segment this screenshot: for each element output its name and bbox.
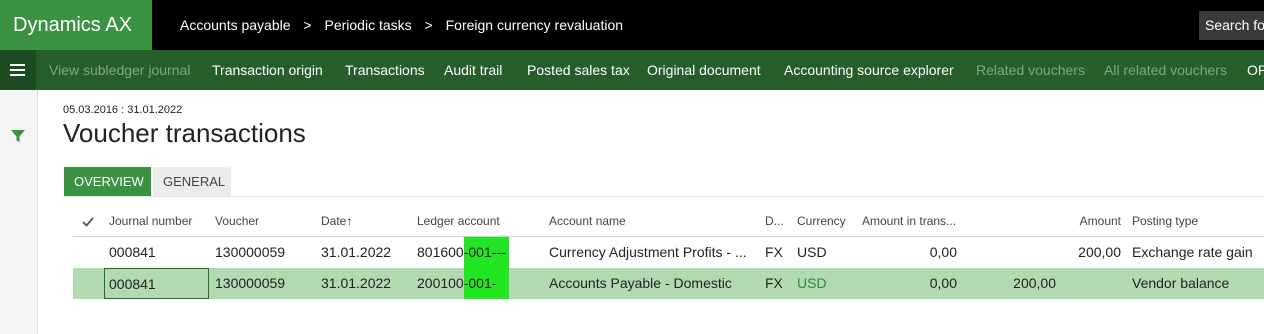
page-title: Voucher transactions	[63, 118, 306, 148]
ledger-dimensions-highlight: -001-	[463, 268, 509, 299]
column-header-amount[interactable]: Amount	[1033, 206, 1121, 237]
action-audit-trail[interactable]: Audit trail	[444, 50, 502, 90]
breadcrumb-item-periodic-tasks[interactable]: Periodic tasks	[325, 0, 412, 50]
action-view-subledger-journal[interactable]: View subledger journal	[49, 50, 190, 90]
action-related-vouchers[interactable]: Related vouchers	[976, 50, 1085, 90]
top-navigation-bar: Dynamics AX Accounts payable > Periodic …	[0, 0, 1264, 50]
breadcrumb-item-foreign-currency-revaluation[interactable]: Foreign currency revaluation	[446, 0, 623, 50]
tab-overview[interactable]: OVERVIEW	[64, 167, 151, 196]
column-header-posting-type[interactable]: Posting type	[1132, 206, 1198, 237]
date-range: 05.03.2016 : 31.01.2022	[63, 104, 183, 116]
chevron-right-icon: >	[303, 17, 312, 33]
cell-journal-number[interactable]: 000841	[109, 237, 156, 268]
ledger-main-account: 801600	[417, 244, 464, 260]
tab-divider	[64, 196, 1264, 197]
cell-d[interactable]: FX	[765, 268, 783, 299]
ledger-main-account: 200100	[417, 275, 464, 291]
cell-voucher[interactable]: 130000059	[215, 268, 285, 299]
cell-ledger-account[interactable]: 801600-001---	[417, 237, 509, 268]
cell-amount-in-transaction-currency[interactable]: 0,00	[862, 268, 957, 299]
column-header-d[interactable]: D...	[765, 206, 784, 237]
left-filter-pane	[0, 90, 38, 334]
cell-currency[interactable]: USD	[797, 237, 827, 268]
column-header-account-name[interactable]: Account name	[549, 206, 626, 237]
column-header-date[interactable]: Date↑	[321, 206, 352, 237]
cell-voucher[interactable]: 130000059	[215, 237, 285, 268]
ledger-dimensions-highlight: -001---	[463, 237, 509, 268]
search-input[interactable]: Search for	[1199, 11, 1264, 40]
select-all-check-icon[interactable]	[81, 215, 95, 229]
action-transaction-origin[interactable]: Transaction origin	[212, 50, 323, 90]
column-header-amount-in-transaction-currency[interactable]: Amount in trans...	[862, 206, 956, 237]
cell-currency[interactable]: USD	[797, 268, 827, 299]
action-pane: View subledger journal Transaction origi…	[0, 50, 1264, 90]
action-all-related-vouchers[interactable]: All related vouchers	[1104, 50, 1227, 90]
cell-date[interactable]: 31.01.2022	[321, 268, 391, 299]
hamburger-menu-icon[interactable]	[0, 50, 36, 90]
breadcrumb-item-accounts-payable[interactable]: Accounts payable	[180, 0, 291, 50]
cell-amount-in-transaction-currency[interactable]: 0,00	[862, 237, 957, 268]
cell-ledger-account[interactable]: 200100-001-	[417, 268, 509, 299]
filter-icon[interactable]	[10, 128, 26, 144]
cell-date[interactable]: 31.01.2022	[321, 237, 391, 268]
sort-ascending-icon: ↑	[346, 214, 353, 228]
table-row[interactable]: 000841 130000059 31.01.2022 801600-001--…	[73, 237, 1264, 268]
cell-d[interactable]: FX	[765, 237, 783, 268]
tab-general[interactable]: GENERAL	[153, 167, 231, 196]
column-header-currency[interactable]: Currency	[797, 206, 846, 237]
cell-amount[interactable]: 200,00	[1033, 237, 1121, 268]
breadcrumb: Accounts payable > Periodic tasks > Fore…	[180, 0, 623, 50]
table-row-selected[interactable]: 000841 130000059 31.01.2022 200100-001- …	[73, 268, 1264, 299]
cell-account-name[interactable]: Accounts Payable - Domestic	[549, 268, 754, 299]
cell-journal-number[interactable]: 000841	[104, 268, 209, 299]
cell-posting-type[interactable]: Exchange rate gain	[1132, 237, 1253, 268]
chevron-right-icon: >	[424, 17, 433, 33]
column-header-voucher[interactable]: Voucher	[215, 206, 259, 237]
column-header-ledger-account[interactable]: Ledger account	[417, 206, 500, 237]
cell-account-name[interactable]: Currency Adjustment Profits - ...	[549, 237, 754, 268]
action-accounting-source-explorer[interactable]: Accounting source explorer	[784, 50, 954, 90]
column-header-journal-number[interactable]: Journal number	[109, 206, 192, 237]
action-original-document[interactable]: Original document	[647, 50, 761, 90]
action-transactions[interactable]: Transactions	[345, 50, 425, 90]
app-brand[interactable]: Dynamics AX	[0, 0, 152, 50]
action-op[interactable]: OP	[1247, 50, 1264, 90]
grid-header: Journal number Voucher Date↑ Ledger acco…	[73, 206, 1264, 237]
action-posted-sales-tax[interactable]: Posted sales tax	[527, 50, 630, 90]
cell-amount[interactable]	[1033, 268, 1121, 299]
cell-posting-type[interactable]: Vendor balance	[1132, 268, 1229, 299]
